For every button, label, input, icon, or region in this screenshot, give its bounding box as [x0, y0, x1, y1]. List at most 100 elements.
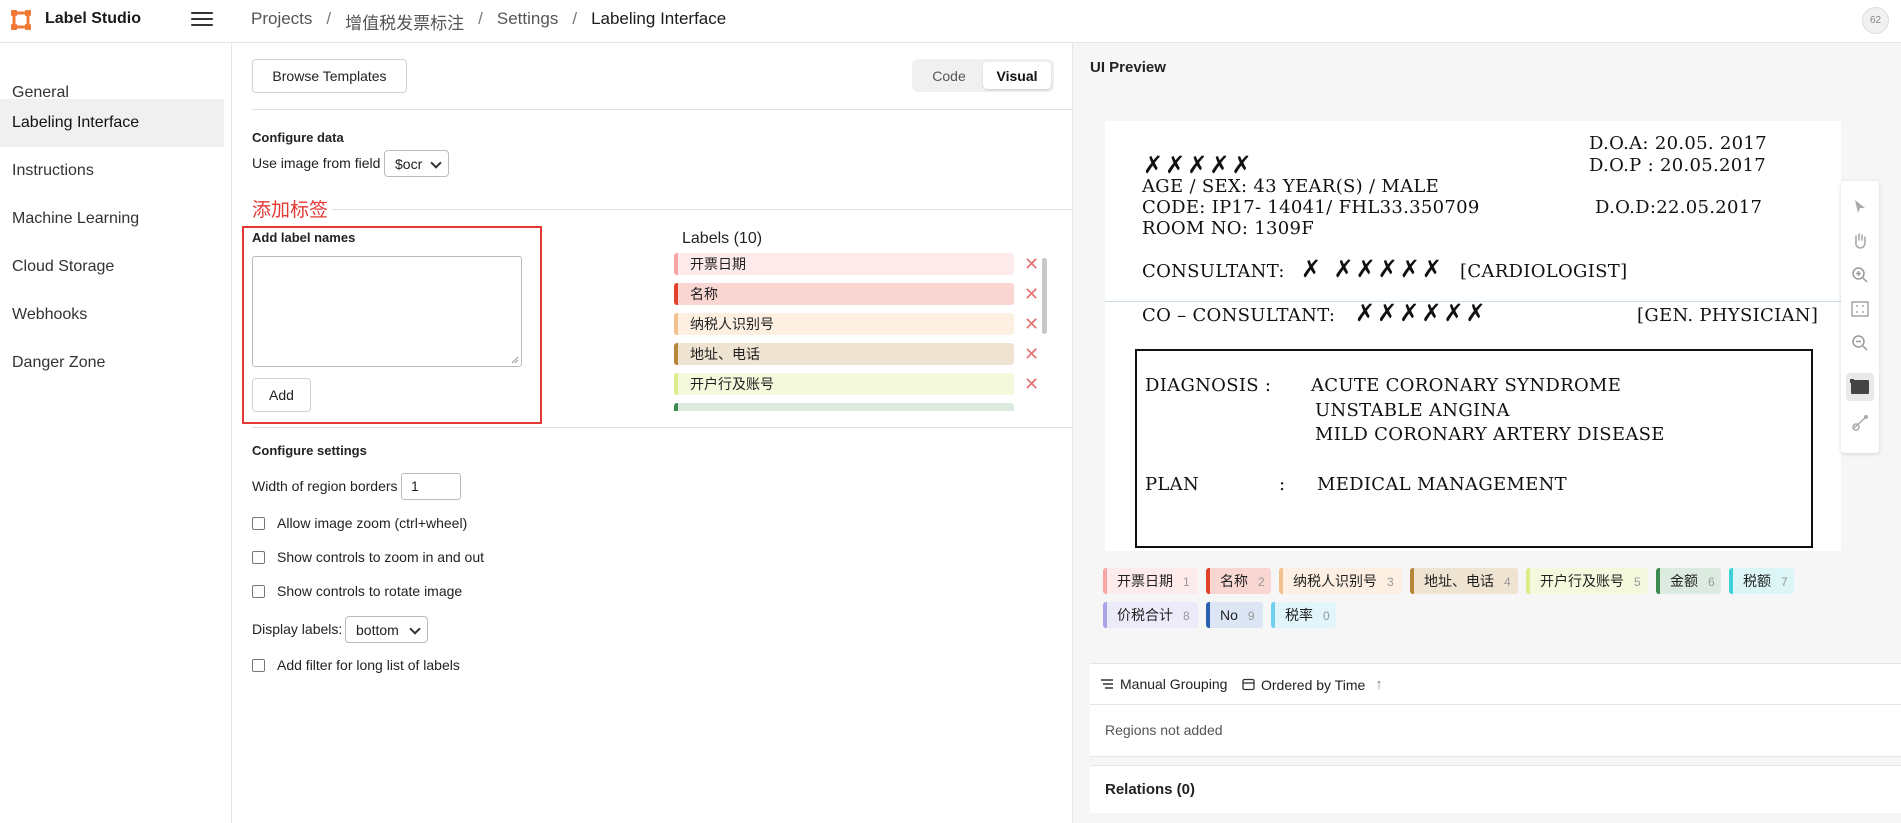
- divider: [252, 109, 1072, 110]
- tag-label[interactable]: 开票日期 1: [1103, 568, 1198, 594]
- image-toolbar: [1841, 181, 1879, 453]
- tag-label[interactable]: No 9: [1206, 602, 1263, 628]
- tag-label[interactable]: 税额 7: [1729, 568, 1794, 594]
- filter-checkbox-row[interactable]: Add filter for long list of labels: [252, 657, 460, 673]
- browse-templates-button[interactable]: Browse Templates: [252, 59, 407, 93]
- breadcrumb-projects[interactable]: Projects: [251, 9, 312, 34]
- label-chip[interactable]: 纳税人识别号: [674, 313, 1014, 335]
- tag-hotkey: 8: [1183, 609, 1190, 623]
- ordered-by-time-button[interactable]: Ordered by Time ↑: [1242, 676, 1383, 693]
- rotate-checkbox[interactable]: [252, 584, 265, 598]
- zoom-controls-checkbox-row[interactable]: Show controls to zoom in and out: [252, 549, 484, 565]
- tag-label[interactable]: 纳税人识别号 3: [1279, 568, 1402, 594]
- image-field-value: $ocr: [395, 155, 423, 172]
- tag-hotkey: 9: [1247, 609, 1255, 623]
- image-field-select[interactable]: $ocr: [384, 150, 449, 177]
- zoom-checkbox[interactable]: [252, 516, 265, 530]
- zoom-checkbox-row[interactable]: Allow image zoom (ctrl+wheel): [252, 515, 467, 531]
- tag-name: 税额: [1743, 573, 1771, 589]
- sidebar-item-machine-learning[interactable]: Machine Learning: [0, 195, 224, 243]
- label-chip-partial[interactable]: [674, 403, 1014, 411]
- annotation-note: 添加标签: [252, 200, 329, 221]
- label-chip[interactable]: 名称: [674, 283, 1014, 305]
- select-tool-icon[interactable]: [1848, 195, 1872, 219]
- doc-plan-colon: :: [1279, 474, 1286, 495]
- zoom-controls-checkbox-label: Show controls to zoom in and out: [277, 549, 485, 565]
- document-image[interactable]: D.O.A: 20.05. 2017 D.O.P : 20.05.2017 ✗✗…: [1105, 121, 1841, 551]
- remove-label-icon[interactable]: ✕: [1024, 343, 1039, 365]
- doc-dop: D.O.P : 20.05.2017: [1589, 155, 1767, 176]
- doc-doa: D.O.A: 20.05. 2017: [1589, 133, 1767, 154]
- sidebar-item-webhooks[interactable]: Webhooks: [0, 291, 224, 339]
- tag-label[interactable]: 金额 6: [1656, 568, 1721, 594]
- doc-diagnosis-label: DIAGNOSIS :: [1145, 375, 1272, 396]
- remove-label-icon[interactable]: ✕: [1024, 373, 1039, 395]
- sidebar-item-cloud-storage[interactable]: Cloud Storage: [0, 243, 224, 291]
- remove-label-icon[interactable]: ✕: [1024, 313, 1039, 335]
- resize-handle-icon[interactable]: [511, 356, 519, 364]
- tag-hotkey: 7: [1781, 575, 1788, 589]
- remove-label-icon[interactable]: ✕: [1024, 283, 1039, 305]
- hamburger-menu-icon[interactable]: [191, 10, 213, 28]
- zoom-in-icon[interactable]: [1848, 263, 1872, 287]
- zoom-out-icon[interactable]: [1848, 331, 1872, 355]
- tag-name: 开户行及账号: [1540, 573, 1624, 589]
- settings-sidebar: General Labeling Interface Instructions …: [0, 43, 232, 823]
- tag-hotkey: 2: [1258, 575, 1265, 589]
- breadcrumb-project[interactable]: 增值税发票标注: [345, 9, 464, 34]
- remove-label-icon[interactable]: ✕: [1024, 253, 1039, 275]
- doc-diagnosis-3: MILD CORONARY ARTERY DISEASE: [1315, 424, 1665, 445]
- tag-label[interactable]: 价税合计 8: [1103, 602, 1198, 628]
- label-chip[interactable]: 开户行及账号: [674, 373, 1014, 395]
- rotate-checkbox-row[interactable]: Show controls to rotate image: [252, 583, 462, 599]
- doc-co-consultant-role: [GEN. PHYSICIAN]: [1637, 305, 1819, 326]
- label-names-textarea[interactable]: [252, 256, 522, 367]
- polygon-tool-icon[interactable]: [1848, 411, 1872, 435]
- tag-hotkey: 4: [1504, 575, 1511, 589]
- doc-age-sex: AGE / SEX: 43 YEAR(S) / MALE: [1142, 176, 1440, 197]
- tag-label[interactable]: 地址、电话 4: [1410, 568, 1518, 594]
- tab-visual[interactable]: Visual: [983, 62, 1051, 89]
- tag-label[interactable]: 税率 0: [1271, 602, 1336, 628]
- tag-name: 金额: [1670, 573, 1698, 589]
- zoom-checkbox-label: Allow image zoom (ctrl+wheel): [277, 515, 468, 531]
- doc-diagnosis-2: UNSTABLE ANGINA: [1315, 400, 1510, 421]
- label-chip[interactable]: 地址、电话: [674, 343, 1014, 365]
- tag-hotkey: 3: [1387, 575, 1394, 589]
- tag-label[interactable]: 开户行及账号 5: [1526, 568, 1648, 594]
- doc-diagnosis-1: ACUTE CORONARY SYNDROME: [1311, 375, 1622, 396]
- zoom-controls-checkbox[interactable]: [252, 550, 265, 564]
- label-studio-logo-icon[interactable]: [10, 9, 32, 31]
- label-row: 纳税人识别号 ✕: [674, 313, 1044, 335]
- sidebar-item-danger-zone[interactable]: Danger Zone: [0, 339, 224, 387]
- sort-arrow-up-icon[interactable]: ↑: [1375, 676, 1383, 693]
- tab-code[interactable]: Code: [915, 62, 983, 89]
- pan-tool-icon[interactable]: [1848, 229, 1872, 253]
- divider: [332, 209, 1072, 210]
- zoom-fit-icon[interactable]: [1848, 297, 1872, 321]
- rectangle-tool-icon[interactable]: [1846, 373, 1874, 401]
- config-panel: Browse Templates Code Visual Configure d…: [232, 43, 1072, 823]
- sidebar-item-labeling-interface[interactable]: Labeling Interface: [0, 99, 224, 147]
- doc-room: ROOM NO: 1309F: [1142, 218, 1315, 239]
- filter-checkbox[interactable]: [252, 658, 265, 672]
- display-labels-label: Display labels:: [252, 621, 343, 637]
- region-border-label: Width of region borders: [252, 478, 398, 494]
- tag-name: 纳税人识别号: [1293, 573, 1377, 589]
- relations-panel[interactable]: Relations (0): [1090, 765, 1901, 813]
- sidebar-item-instructions[interactable]: Instructions: [0, 147, 224, 195]
- image-field-label: Use image from field: [252, 155, 381, 171]
- regions-empty-message: Regions not added: [1105, 722, 1223, 738]
- tag-label[interactable]: 名称 2: [1206, 568, 1271, 594]
- tag-name: No: [1220, 607, 1238, 623]
- breadcrumb-settings[interactable]: Settings: [497, 9, 558, 34]
- doc-co-consultant-label: CO – CONSULTANT:: [1142, 305, 1336, 326]
- display-labels-select[interactable]: bottom: [345, 616, 428, 643]
- region-border-input[interactable]: 1: [401, 473, 461, 500]
- user-avatar[interactable]: 62: [1862, 7, 1889, 34]
- manual-grouping-button[interactable]: Manual Grouping: [1100, 676, 1227, 692]
- label-chip[interactable]: 开票日期: [674, 253, 1014, 275]
- labels-scrollbar[interactable]: [1042, 258, 1047, 334]
- breadcrumb-current: Labeling Interface: [591, 9, 727, 28]
- add-label-button[interactable]: Add: [252, 378, 311, 412]
